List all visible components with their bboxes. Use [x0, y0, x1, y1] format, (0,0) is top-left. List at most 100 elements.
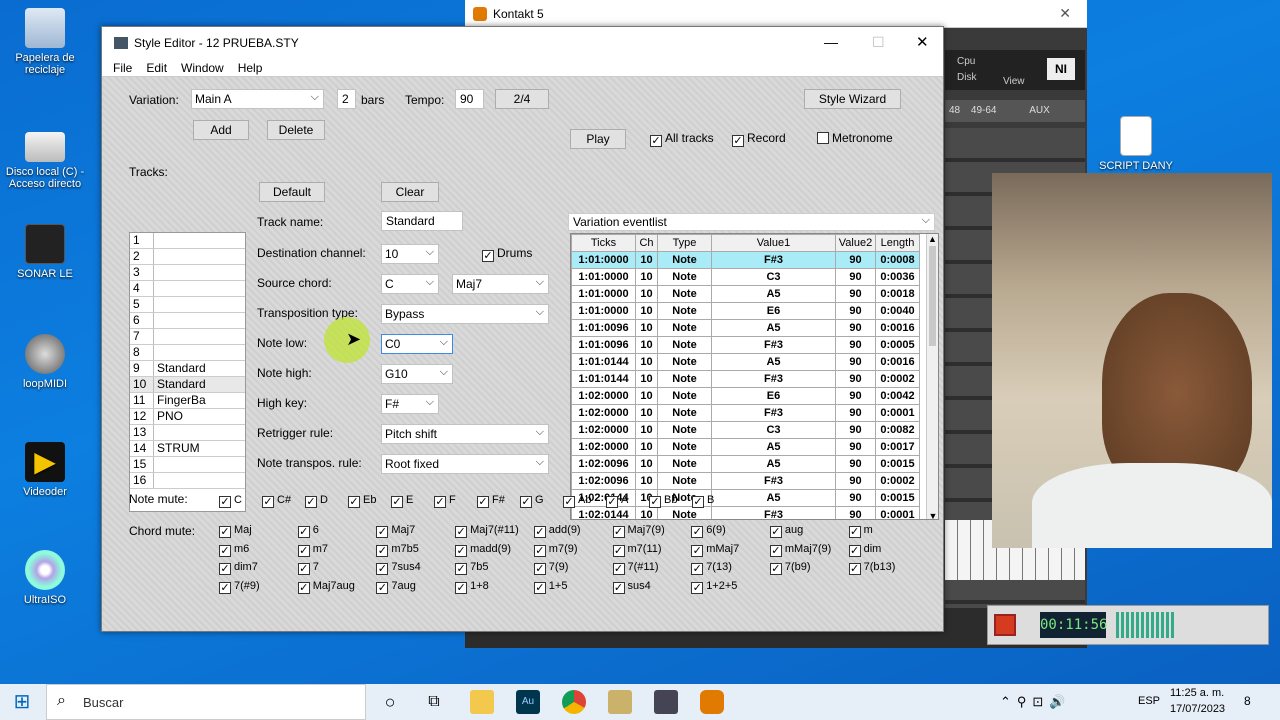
event-row[interactable]: 1:01:0000 10 Note A5 90 0:0018 — [571, 285, 920, 303]
note-high-select[interactable]: G10 — [381, 363, 453, 384]
desktop-icon-sonar[interactable]: SONAR LE — [5, 224, 85, 280]
chord-mute-checkbox[interactable]: ✓ dim — [848, 543, 881, 557]
desktop-icon-script[interactable]: SCRIPT DANY — [1096, 116, 1176, 172]
chord-mute-checkbox[interactable]: ✓ 6 — [297, 524, 319, 538]
delete-button[interactable]: Delete — [267, 120, 325, 140]
note-low-select[interactable]: C0 — [381, 333, 453, 354]
kontakt-taskbar-icon[interactable] — [700, 690, 724, 714]
note-transpos-rule-select[interactable]: Root fixed — [381, 453, 549, 474]
event-row[interactable]: 1:02:0096 10 Note A5 90 0:0015 — [571, 455, 920, 473]
desktop-icon-local-disk[interactable]: Disco local (C) - Acceso directo — [5, 132, 85, 190]
track-row[interactable]: 7 — [130, 329, 245, 345]
retrigger-rule-select[interactable]: Pitch shift — [381, 423, 549, 444]
source-type-select[interactable]: Maj7 — [452, 273, 549, 294]
maximize-button[interactable]: ☐ — [872, 34, 885, 51]
track-row[interactable]: 10 Standard — [130, 377, 245, 393]
cortana-icon[interactable]: ○ — [378, 690, 402, 714]
track-row[interactable]: 2 — [130, 249, 245, 265]
note-mute-checkbox[interactable]: ✓ C — [219, 494, 242, 508]
chord-mute-checkbox[interactable]: ✓ m7(11) — [612, 543, 662, 557]
track-row[interactable]: 3 — [130, 265, 245, 281]
desktop-icon-ultraiso[interactable]: UltraISO — [5, 550, 85, 606]
eventlist-column-header[interactable]: Value1 — [711, 234, 836, 252]
track-row[interactable]: 12 PNO — [130, 409, 245, 425]
desktop-icon-videoder[interactable]: ▶ Videoder — [5, 442, 85, 498]
event-row[interactable]: 1:02:0000 10 Note E6 90 0:0042 — [571, 387, 920, 405]
bars-field[interactable]: 2 — [337, 89, 356, 109]
event-row[interactable]: 1:01:0144 10 Note A5 90 0:0016 — [571, 353, 920, 371]
app-icon-2[interactable] — [608, 690, 632, 714]
track-row[interactable]: 11 FingerBa — [130, 393, 245, 409]
scroll-thumb[interactable] — [929, 246, 936, 346]
all-tracks-checkbox[interactable]: ✓ All tracks — [650, 131, 714, 147]
variation-select[interactable]: Main A — [191, 88, 324, 109]
chrome-icon[interactable] — [562, 690, 586, 714]
high-key-select[interactable]: F# — [381, 393, 439, 414]
chord-mute-checkbox[interactable]: ✓ 1+5 — [533, 580, 567, 595]
style-wizard-button[interactable]: Style Wizard — [804, 89, 901, 109]
chord-mute-checkbox[interactable]: ✓ 1+8 — [455, 580, 489, 595]
language-indicator[interactable]: ESP — [1138, 695, 1160, 707]
chord-mute-checkbox[interactable]: ✓ madd(9) — [455, 543, 511, 557]
chord-mute-checkbox[interactable]: ✓ m6 — [219, 543, 249, 557]
scroll-up-icon[interactable]: ▲ — [927, 234, 938, 244]
chord-mute-checkbox[interactable]: ✓ 7(b13) — [848, 561, 895, 576]
desktop-icon-recycle-bin[interactable]: Papelera de reciclaje — [5, 8, 85, 76]
chord-mute-checkbox[interactable]: ✓ 7(b9) — [769, 561, 811, 576]
chord-mute-checkbox[interactable]: ✓ add(9) — [533, 524, 581, 538]
desktop-icon-loopmidi[interactable]: loopMIDI — [5, 334, 85, 390]
event-row[interactable]: 1:01:0000 10 Note F#3 90 0:0008 — [571, 251, 920, 269]
track-row[interactable]: 6 — [130, 313, 245, 329]
track-name-field[interactable]: Standard — [381, 211, 463, 231]
audition-icon[interactable]: Au — [516, 690, 540, 714]
chord-mute-checkbox[interactable]: ✓ 7b5 — [455, 561, 488, 576]
chord-mute-checkbox[interactable]: ✓ aug — [769, 524, 803, 538]
event-row[interactable]: 1:01:0000 10 Note E6 90 0:0040 — [571, 302, 920, 320]
clear-button[interactable]: Clear — [381, 182, 439, 202]
clock-time[interactable]: 11:25 a. m. — [1170, 687, 1224, 699]
add-button[interactable]: Add — [193, 120, 249, 140]
menu-file[interactable]: File — [106, 61, 139, 75]
event-row[interactable]: 1:01:0144 10 Note F#3 90 0:0002 — [571, 370, 920, 388]
chord-mute-checkbox[interactable]: ✓ 7sus4 — [376, 561, 421, 576]
play-button[interactable]: Play — [570, 129, 626, 149]
chord-mute-checkbox[interactable]: ✓ m7 — [297, 543, 328, 557]
chord-mute-checkbox[interactable]: ✓ 7(9) — [533, 561, 568, 576]
chord-mute-checkbox[interactable]: ✓ 1+2+5 — [691, 580, 737, 595]
chord-mute-checkbox[interactable]: ✓ m — [848, 524, 873, 538]
eventlist-table[interactable]: Ticks Ch Type Value1 Value2 Length 1:01:0000 1… — [570, 233, 939, 520]
chord-mute-checkbox[interactable]: ✓ Maj7 — [376, 524, 415, 538]
chord-mute-checkbox[interactable]: ✓ mMaj7(9) — [769, 543, 831, 557]
track-row[interactable]: 1 — [130, 233, 245, 249]
eventlist-column-header[interactable]: Ch — [635, 234, 658, 252]
chord-mute-checkbox[interactable]: ✓ m7(9) — [533, 543, 578, 557]
eventlist-column-header[interactable]: Length — [875, 234, 920, 252]
note-mute-checkbox[interactable]: ✓ G — [520, 494, 544, 508]
chord-mute-checkbox[interactable]: ✓ 7(#9) — [219, 580, 260, 595]
tempo-field[interactable]: 90 — [455, 89, 484, 109]
chord-mute-checkbox[interactable]: ✓ Maj — [219, 524, 252, 538]
tracks-list[interactable]: 1 2 3 4 5 6 7 8 9 Standard 10 Standard 11 FingerBa 12 P… — [129, 232, 246, 512]
chord-mute-checkbox[interactable]: ✓ 7aug — [376, 580, 416, 595]
menu-help[interactable]: Help — [231, 61, 270, 75]
note-mute-checkbox[interactable]: ✓ Ab — [563, 494, 591, 508]
eventlist-scrollbar[interactable]: ▲ ▼ — [926, 234, 938, 519]
search-box[interactable]: ⌕ Buscar — [46, 684, 366, 720]
track-row[interactable]: 8 — [130, 345, 245, 361]
note-mute-checkbox[interactable]: ✓ Bb — [649, 494, 677, 508]
event-row[interactable]: 1:01:0096 10 Note F#3 90 0:0005 — [571, 336, 920, 354]
note-mute-checkbox[interactable]: ✓ E — [391, 494, 413, 508]
note-mute-checkbox[interactable]: ✓ Eb — [348, 494, 376, 508]
notification-badge[interactable]: 8 — [1244, 694, 1251, 708]
transposition-type-select[interactable]: Bypass — [381, 303, 549, 324]
event-row[interactable]: 1:01:0000 10 Note C3 90 0:0036 — [571, 268, 920, 286]
chord-mute-checkbox[interactable]: ✓ 7 — [297, 561, 319, 576]
menu-window[interactable]: Window — [174, 61, 231, 75]
chord-mute-checkbox[interactable]: ✓ 7(#11) — [612, 561, 658, 576]
record-checkbox[interactable]: ✓ Record — [732, 131, 786, 147]
kontakt-close-icon[interactable]: ✕ — [1059, 5, 1071, 22]
track-row[interactable]: 13 — [130, 425, 245, 441]
source-root-select[interactable]: C — [381, 273, 439, 294]
chord-mute-checkbox[interactable]: ✓ Maj7(#11) — [455, 524, 519, 538]
menu-edit[interactable]: Edit — [139, 61, 174, 75]
